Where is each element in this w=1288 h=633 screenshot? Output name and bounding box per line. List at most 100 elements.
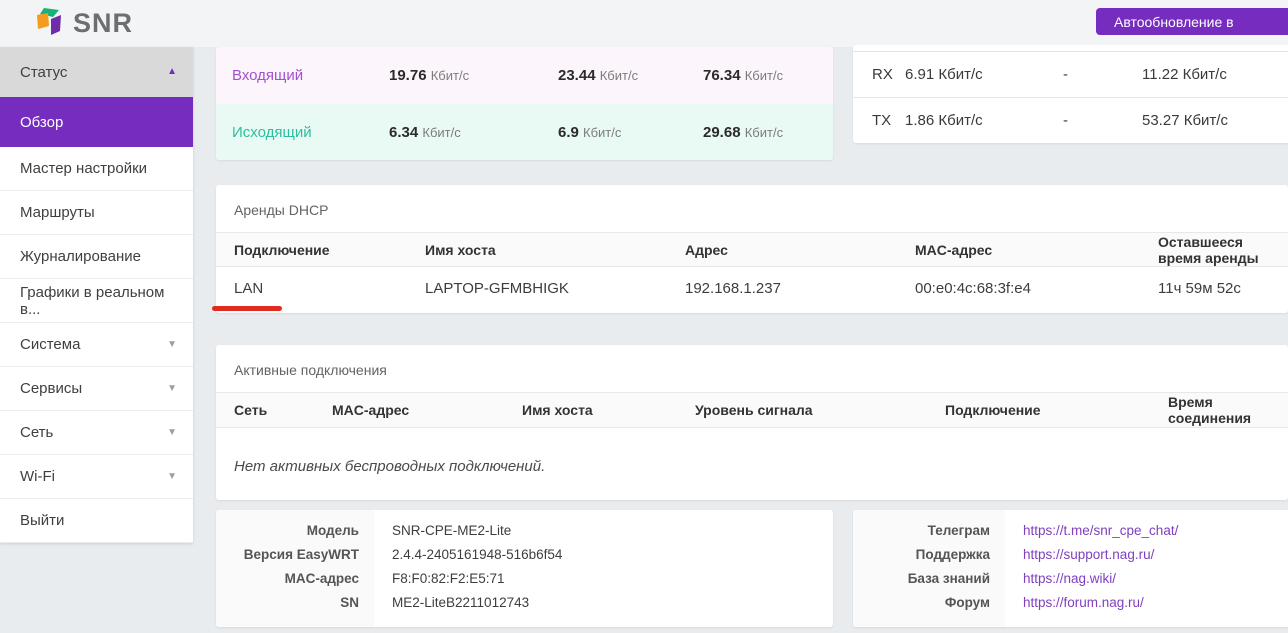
support-link[interactable]: https://support.nag.ru/	[1023, 543, 1288, 567]
traffic-value: 6.9 Кбит/с	[558, 124, 703, 141]
sidebar-item-overview[interactable]: Обзор	[0, 97, 193, 147]
chevron-up-icon: ▲	[167, 67, 177, 77]
tx-value-middle: -	[1063, 112, 1142, 129]
snr-logo: SNR	[35, 7, 133, 39]
rx-value-current: 6.91 Кбит/с	[905, 66, 1063, 83]
chevron-down-icon: ▼	[167, 428, 177, 438]
sidebar-item-realtime-graphs[interactable]: Графики в реальном в...	[0, 279, 193, 323]
dhcp-table-header: Подключение Имя хоста Адрес MAC-адрес Ос…	[216, 232, 1288, 267]
traffic-summary-panel: Входящий 19.76 Кбит/с 23.44 Кбит/с 76.34…	[216, 47, 833, 160]
sidebar-item-services[interactable]: Сервисы ▼	[0, 367, 193, 411]
link-label-support: Поддержка	[853, 543, 990, 567]
sidebar-item-label: Мастер настройки	[20, 160, 147, 177]
device-info-value-sn: ME2-LiteB2211012743	[392, 591, 833, 615]
device-info-value-mac: F8:F0:82:F2:E5:71	[392, 567, 833, 591]
rx-value-middle: -	[1063, 66, 1142, 83]
chevron-down-icon: ▼	[167, 472, 177, 482]
sidebar-item-wizard[interactable]: Мастер настройки	[0, 147, 193, 191]
autoupdate-button[interactable]: Автообновление в	[1096, 8, 1288, 35]
dhcp-header-hostname: Имя хоста	[425, 242, 685, 258]
traffic-value: 23.44 Кбит/с	[558, 67, 703, 84]
act-header-network: Сеть	[234, 402, 332, 418]
traffic-value: 19.76 Кбит/с	[389, 67, 558, 84]
sidebar-item-label: Графики в реальном в...	[20, 284, 177, 318]
sidebar-item-label: Журналирование	[20, 248, 141, 265]
dhcp-cell-lease-time: 11ч 59м 52с	[1158, 280, 1288, 297]
device-info-label-firmware: Версия EasyWRT	[216, 543, 359, 567]
top-bar: SNR Автообновление в	[0, 0, 1288, 47]
logo-text: SNR	[73, 8, 133, 39]
active-connections-empty-message: Нет активных беспроводных подключений.	[216, 428, 1288, 475]
sidebar-item-system[interactable]: Система ▼	[0, 323, 193, 367]
support-links-panel: Телеграм Поддержка База знаний Форум htt…	[853, 510, 1288, 627]
sidebar: Статус ▲ Обзор Мастер настройки Маршруты…	[0, 47, 193, 543]
rxtx-panel-top-divider	[853, 45, 1288, 52]
dhcp-cell-connection: LAN	[234, 280, 425, 297]
link-label-knowledge-base: База знаний	[853, 567, 990, 591]
forum-link[interactable]: https://forum.nag.ru/	[1023, 591, 1288, 615]
tx-value-peak: 53.27 Кбит/с	[1142, 112, 1288, 129]
support-links-labels: Телеграм Поддержка База знаний Форум	[853, 510, 1005, 627]
sidebar-item-label: Статус	[20, 64, 67, 81]
sidebar-item-label: Сервисы	[20, 380, 82, 397]
dhcp-header-address: Адрес	[685, 242, 915, 258]
support-links-values: https://t.me/snr_cpe_chat/ https://suppo…	[1005, 510, 1288, 627]
dhcp-cell-mac: 00:e0:4c:68:3f:e4	[915, 280, 1158, 297]
traffic-value: 6.34 Кбит/с	[389, 124, 558, 141]
dhcp-cell-address: 192.168.1.237	[685, 280, 915, 297]
dhcp-leases-panel: Аренды DHCP Подключение Имя хоста Адрес …	[216, 185, 1288, 313]
dhcp-header-connection: Подключение	[234, 242, 425, 258]
sidebar-item-logout[interactable]: Выйти	[0, 499, 193, 543]
active-connections-title: Активные подключения	[216, 345, 1288, 392]
act-header-hostname: Имя хоста	[522, 402, 695, 418]
chevron-down-icon: ▼	[167, 384, 177, 394]
telegram-link[interactable]: https://t.me/snr_cpe_chat/	[1023, 519, 1288, 543]
traffic-value: 29.68 Кбит/с	[703, 124, 833, 141]
knowledge-base-link[interactable]: https://nag.wiki/	[1023, 567, 1288, 591]
device-info-label-mac: MAC-адрес	[216, 567, 359, 591]
act-header-uptime: Время соединения	[1168, 394, 1288, 426]
sidebar-item-wifi[interactable]: Wi-Fi ▼	[0, 455, 193, 499]
device-info-value-model: SNR-CPE-ME2-Lite	[392, 519, 833, 543]
dhcp-cell-hostname: LAPTOP-GFMBHIGK	[425, 280, 685, 297]
sidebar-item-label: Wi-Fi	[20, 468, 55, 485]
tx-value-current: 1.86 Кбит/с	[905, 112, 1063, 129]
sidebar-item-network[interactable]: Сеть ▼	[0, 411, 193, 455]
dhcp-panel-title: Аренды DHCP	[216, 185, 1288, 232]
rxtx-row-tx: TX 1.86 Кбит/с - 53.27 Кбит/с	[853, 97, 1288, 142]
act-header-signal: Уровень сигнала	[695, 402, 945, 418]
link-label-forum: Форум	[853, 591, 990, 615]
dhcp-table-row: LAN LAPTOP-GFMBHIGK 192.168.1.237 00:e0:…	[216, 267, 1288, 309]
sidebar-item-label: Обзор	[20, 114, 63, 131]
sidebar-item-routes[interactable]: Маршруты	[0, 191, 193, 235]
device-info-value-firmware: 2.4.4-2405161948-516b6f54	[392, 543, 833, 567]
sidebar-item-label: Выйти	[20, 512, 64, 529]
red-underline-annotation	[212, 306, 282, 311]
rx-value-peak: 11.22 Кбит/с	[1142, 66, 1288, 83]
sidebar-item-label: Система	[20, 336, 80, 353]
active-connections-panel: Активные подключения Сеть MAC-адрес Имя …	[216, 345, 1288, 500]
dhcp-header-lease-time: Оставшееся время аренды	[1158, 234, 1288, 266]
easywrt-overview-page: SNR Автообновление в Статус ▲ Обзор Маст…	[0, 0, 1288, 633]
sidebar-item-label: Маршруты	[20, 204, 95, 221]
sidebar-item-label: Сеть	[20, 424, 53, 441]
act-header-mac: MAC-адрес	[332, 402, 522, 418]
snr-logo-icon	[35, 7, 65, 39]
device-info-values: SNR-CPE-ME2-Lite 2.4.4-2405161948-516b6f…	[374, 510, 833, 627]
device-info-panel: Модель Версия EasyWRT MAC-адрес SN SNR-C…	[216, 510, 833, 627]
traffic-label-outgoing: Исходящий	[232, 124, 389, 141]
rxtx-row-rx: RX 6.91 Кбит/с - 11.22 Кбит/с	[853, 52, 1288, 97]
sidebar-item-status[interactable]: Статус ▲	[0, 47, 193, 97]
active-connections-header: Сеть MAC-адрес Имя хоста Уровень сигнала…	[216, 392, 1288, 428]
device-info-label-sn: SN	[216, 591, 359, 615]
rxtx-panel: RX 6.91 Кбит/с - 11.22 Кбит/с TX 1.86 Кб…	[853, 45, 1288, 143]
sidebar-item-logging[interactable]: Журналирование	[0, 235, 193, 279]
act-header-connection: Подключение	[945, 402, 1168, 418]
link-label-telegram: Телеграм	[853, 519, 990, 543]
traffic-value: 76.34 Кбит/с	[703, 67, 833, 84]
device-info-labels: Модель Версия EasyWRT MAC-адрес SN	[216, 510, 374, 627]
dhcp-header-mac: MAC-адрес	[915, 242, 1158, 258]
traffic-row-incoming: Входящий 19.76 Кбит/с 23.44 Кбит/с 76.34…	[216, 47, 833, 104]
chevron-down-icon: ▼	[167, 340, 177, 350]
rx-label: RX	[872, 66, 905, 83]
